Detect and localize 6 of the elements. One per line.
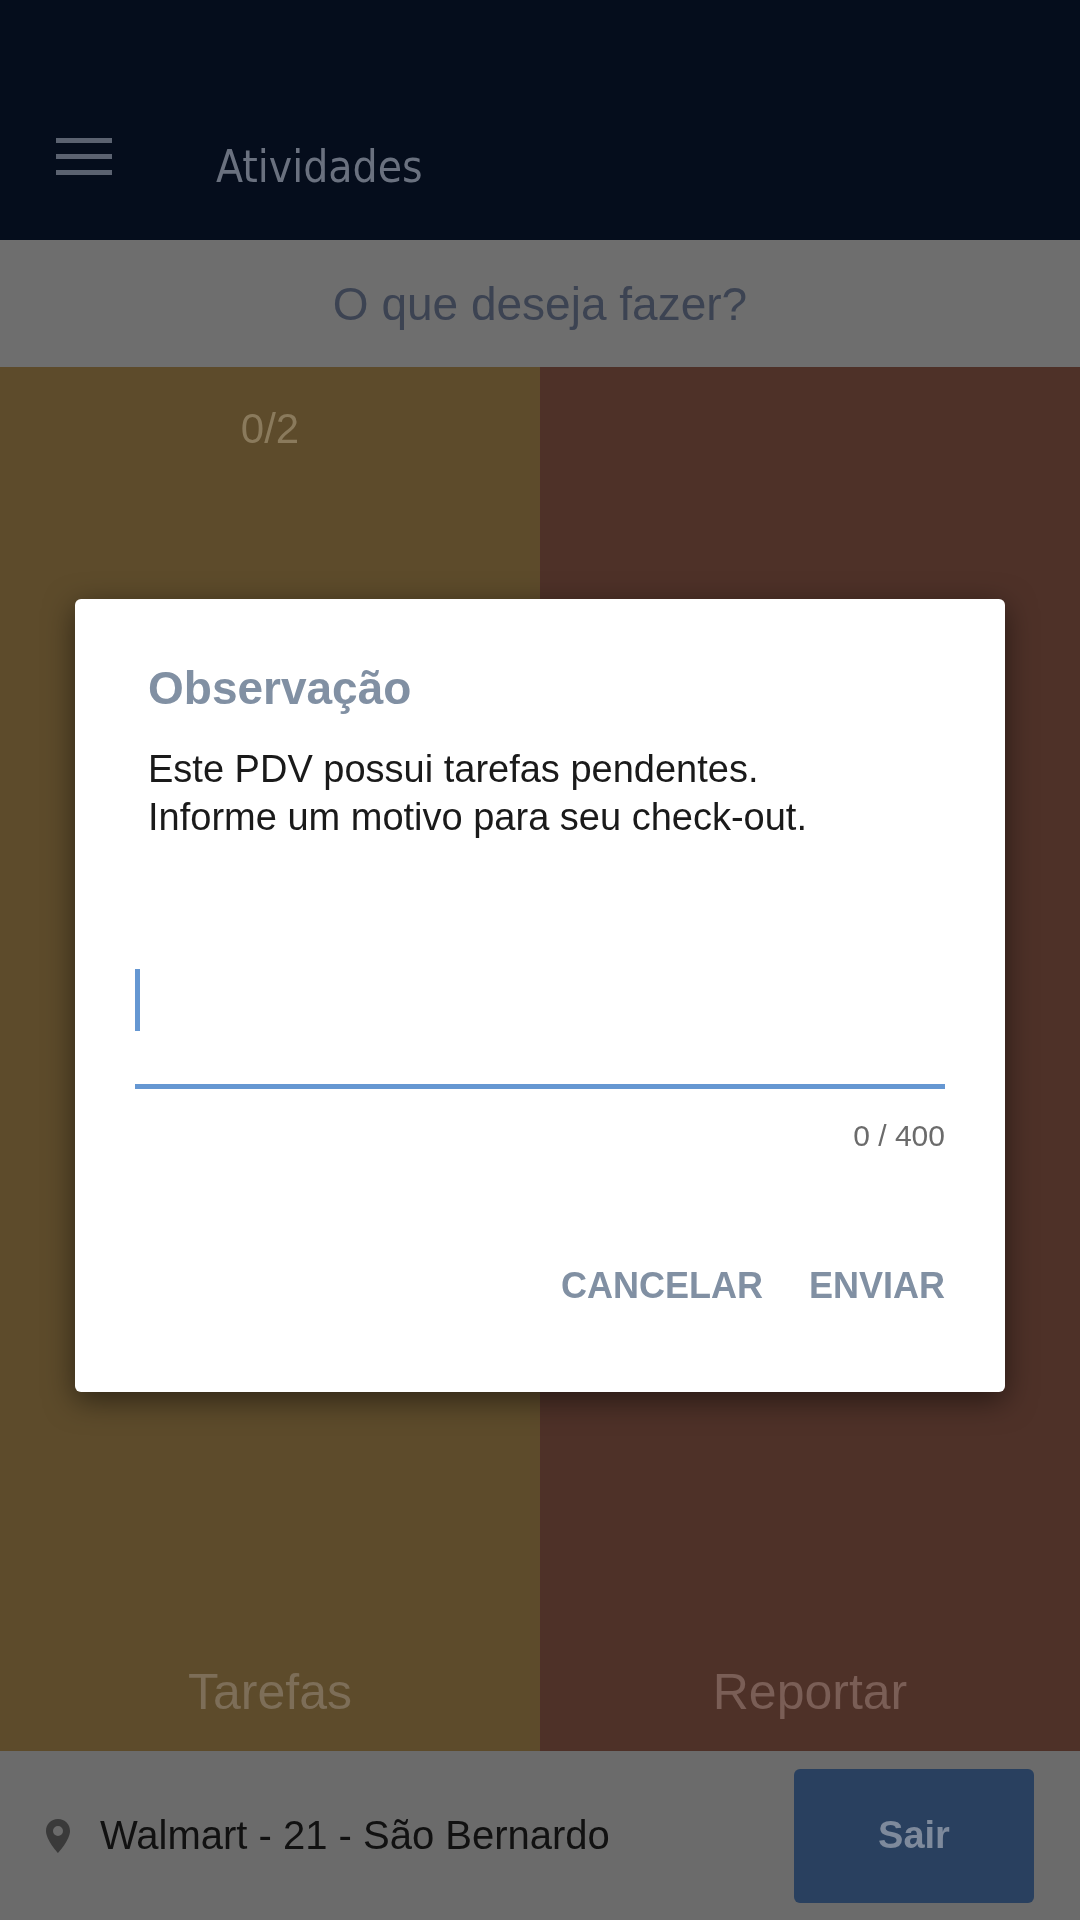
dialog-message: Este PDV possui tarefas pendentes. — [148, 747, 760, 792]
store-location: Walmart - 21 - São Bernardo — [100, 1813, 611, 1858]
dialog-message: Informe um motivo para seu check-out. — [148, 795, 808, 840]
character-counter: 0 / 400 — [853, 1119, 945, 1153]
dialog-title: Observação — [148, 661, 413, 715]
app-title: Atividades — [216, 141, 423, 192]
